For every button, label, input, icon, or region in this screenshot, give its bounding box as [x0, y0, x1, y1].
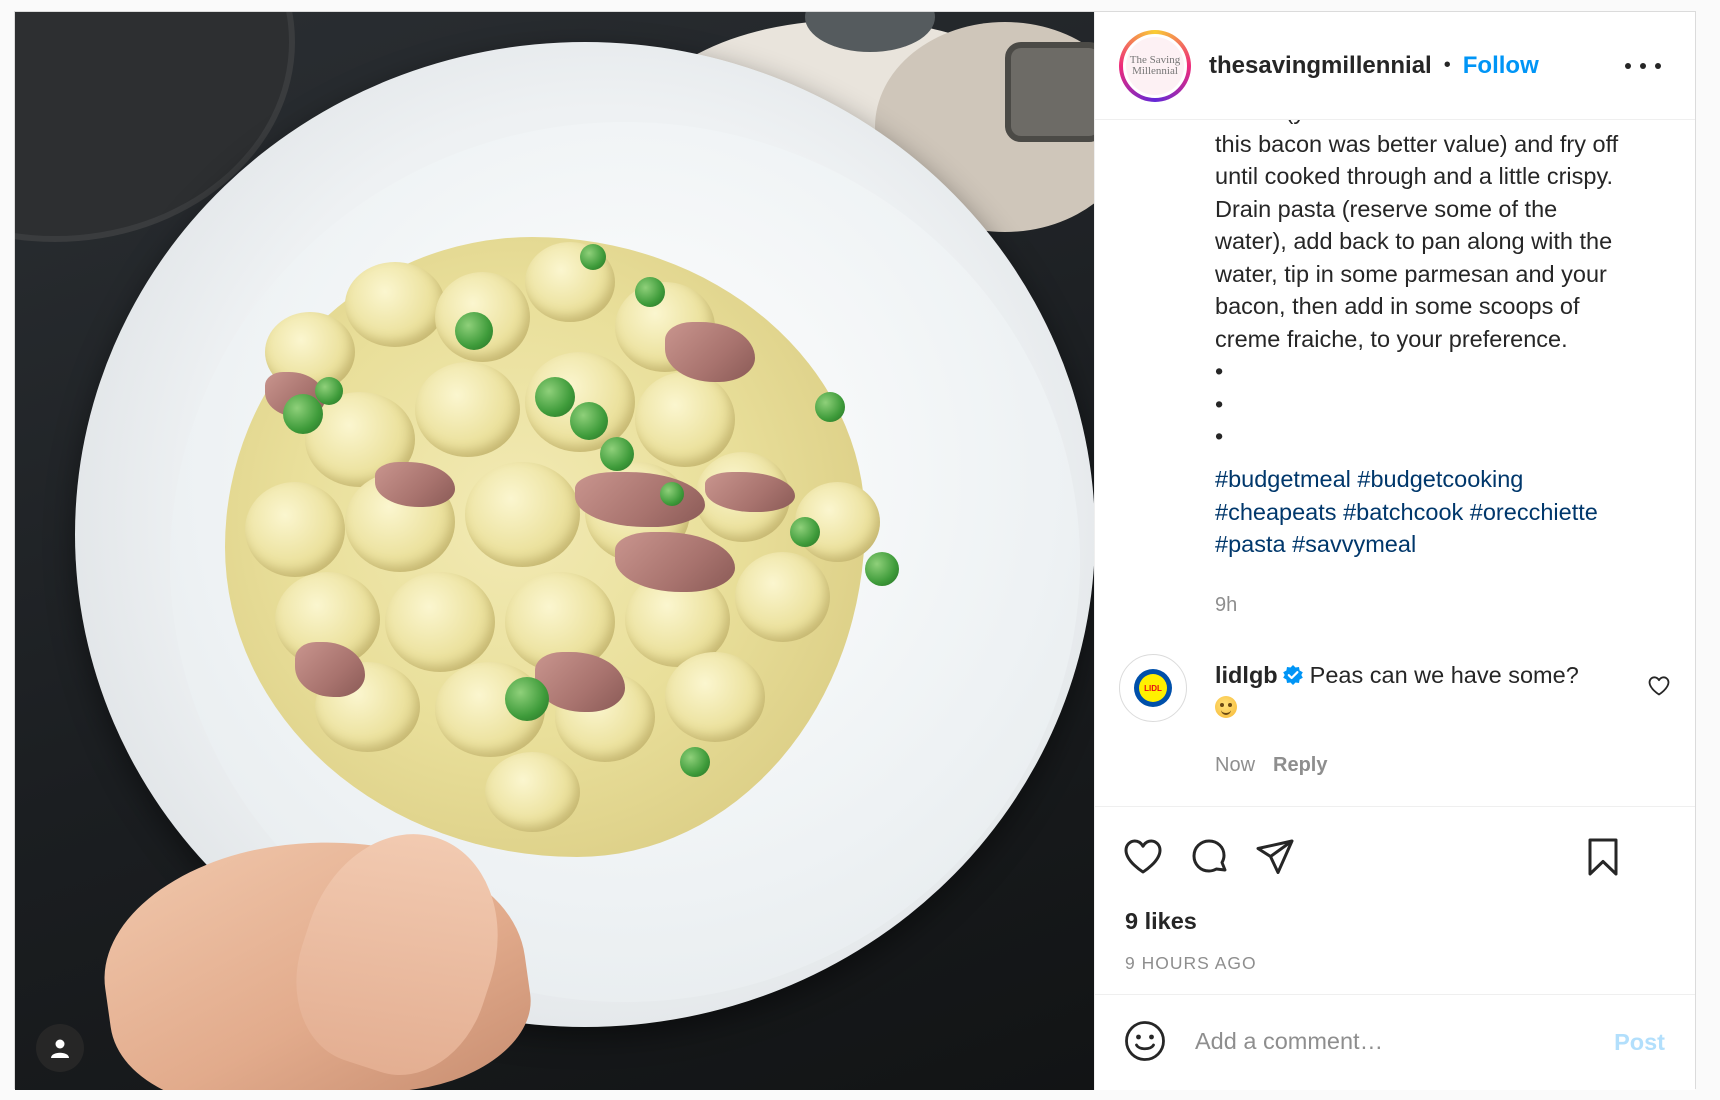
pea [680, 747, 710, 777]
caption-line: water), add back to pan along with the [1215, 228, 1613, 254]
pea [580, 244, 606, 270]
avatar-logo-top: The Saving [1129, 53, 1181, 66]
hashtag-link[interactable]: #budgetmeal [1215, 466, 1351, 492]
comment-text: Peas can we have some? [1309, 662, 1579, 688]
avatar-logo-bottom: Millennial [1132, 64, 1178, 77]
pea [660, 482, 684, 506]
orecchiette-piece [485, 752, 580, 832]
comment-input[interactable] [1195, 1017, 1555, 1065]
more-dot-icon [1625, 63, 1631, 69]
orecchiette-piece [345, 262, 445, 347]
pea [790, 517, 820, 547]
caption-time: 9h [1215, 594, 1238, 616]
commenter-avatar[interactable]: LIDL [1119, 654, 1187, 722]
comments-scroll-area[interactable]: bacon (you can use bacon lardons but this… [1095, 120, 1695, 806]
caption-line: • [1215, 358, 1224, 384]
caption-line: until cooked through and a little crispy… [1215, 163, 1613, 189]
caption-line: bacon, then add in some scoops of [1215, 293, 1580, 319]
pea [505, 677, 549, 721]
hashtag-link[interactable]: #orecchiette [1470, 499, 1598, 525]
comment-icon[interactable] [1187, 835, 1231, 879]
hashtag-link[interactable]: #cheapeats [1215, 499, 1337, 525]
hashtag-link[interactable]: #savvymeal [1292, 531, 1416, 557]
post-timestamp[interactable]: 9 HOURS AGO [1125, 953, 1257, 974]
more-dot-icon [1640, 63, 1646, 69]
caption-hashtags: #budgetmeal #budgetcooking #cheapeats #ba… [1215, 463, 1655, 561]
caption-line: water, tip in some parmesan and your [1215, 260, 1607, 287]
follow-button[interactable]: Follow [1463, 52, 1539, 80]
yum-face-emoji-icon [1215, 696, 1237, 718]
orecchiette-piece [665, 652, 765, 742]
pea [315, 377, 343, 405]
hashtag-link[interactable]: #pasta [1215, 531, 1286, 557]
pea [600, 437, 634, 471]
pea [535, 377, 575, 417]
author-avatar[interactable]: The Saving Millennial [1119, 29, 1191, 102]
share-icon[interactable] [1253, 835, 1297, 879]
caption-line: • [1215, 390, 1224, 417]
more-dot-icon [1655, 63, 1661, 69]
user-tags-button[interactable] [36, 1024, 84, 1072]
lidl-logo: LIDL [1134, 669, 1172, 707]
post-comment-button[interactable]: Post [1614, 1029, 1665, 1056]
more-options-button[interactable] [1625, 52, 1661, 80]
caption-line: creme fraiche, to your preference. [1215, 325, 1568, 352]
heart-icon[interactable] [1121, 835, 1165, 879]
hashtag-line: #cheapeats #batchcook #orecchiette [1215, 496, 1655, 529]
caption-line: this bacon was better value) and fry off [1215, 130, 1619, 157]
post-header: The Saving Millennial thesavingmillennia… [1095, 12, 1695, 120]
orecchiette-piece [245, 482, 345, 577]
comment-composer: Post [1095, 994, 1695, 1090]
comment-time: Now [1215, 754, 1256, 776]
orecchiette-piece [635, 372, 735, 467]
verified-badge-icon [1282, 665, 1303, 685]
author-avatar-logo: The Saving Millennial [1126, 36, 1184, 95]
emoji-picker-icon[interactable] [1123, 1019, 1167, 1063]
caption-line: Drain pasta (reserve some of the [1215, 195, 1558, 222]
post-photo[interactable] [15, 12, 1094, 1090]
lidl-logo-inner: LIDL [1139, 674, 1167, 702]
hashtag-line: #budgetmeal #budgetcooking [1215, 463, 1655, 496]
orecchiette-piece [385, 572, 495, 672]
pea [865, 552, 899, 586]
pea [283, 394, 323, 434]
pea [635, 277, 665, 307]
orecchiette-piece [735, 552, 830, 642]
hashtag-link[interactable]: #batchcook [1343, 499, 1463, 525]
author-username[interactable]: thesavingmillennial [1209, 52, 1432, 80]
comment-body: lidlgb Peas can we have some? [1215, 659, 1635, 723]
author-avatar-inner: The Saving Millennial [1123, 33, 1187, 98]
reply-button[interactable]: Reply [1273, 754, 1327, 776]
hashtag-line: #pasta #savvymeal [1215, 528, 1655, 561]
commenter-username[interactable]: lidlgb [1215, 662, 1278, 688]
user-icon [51, 1039, 69, 1058]
orecchiette-piece [415, 362, 520, 457]
comment-like-heart-icon[interactable] [1647, 674, 1671, 698]
hashtag-link[interactable]: #budgetcooking [1357, 466, 1523, 492]
orecchiette-piece [465, 462, 580, 567]
post-actions: 9 likes 9 HOURS AGO [1095, 806, 1695, 994]
pea [455, 312, 493, 350]
like-count[interactable]: 9 likes [1125, 908, 1197, 935]
post-caption: bacon (you can use bacon lardons but this… [1215, 120, 1655, 453]
bookmark-icon[interactable] [1581, 835, 1625, 879]
caption-line: • [1215, 423, 1224, 449]
comment-meta: Now Reply [1215, 754, 1327, 777]
header-separator: • [1443, 54, 1451, 76]
post-side-panel: The Saving Millennial thesavingmillennia… [1094, 12, 1695, 1090]
photo-jar [1005, 42, 1094, 142]
pea [570, 402, 608, 440]
post-dialog: The Saving Millennial thesavingmillennia… [14, 11, 1696, 1090]
caption-line: bacon (you can use bacon lardons but [1215, 120, 1655, 128]
pea [815, 392, 845, 422]
